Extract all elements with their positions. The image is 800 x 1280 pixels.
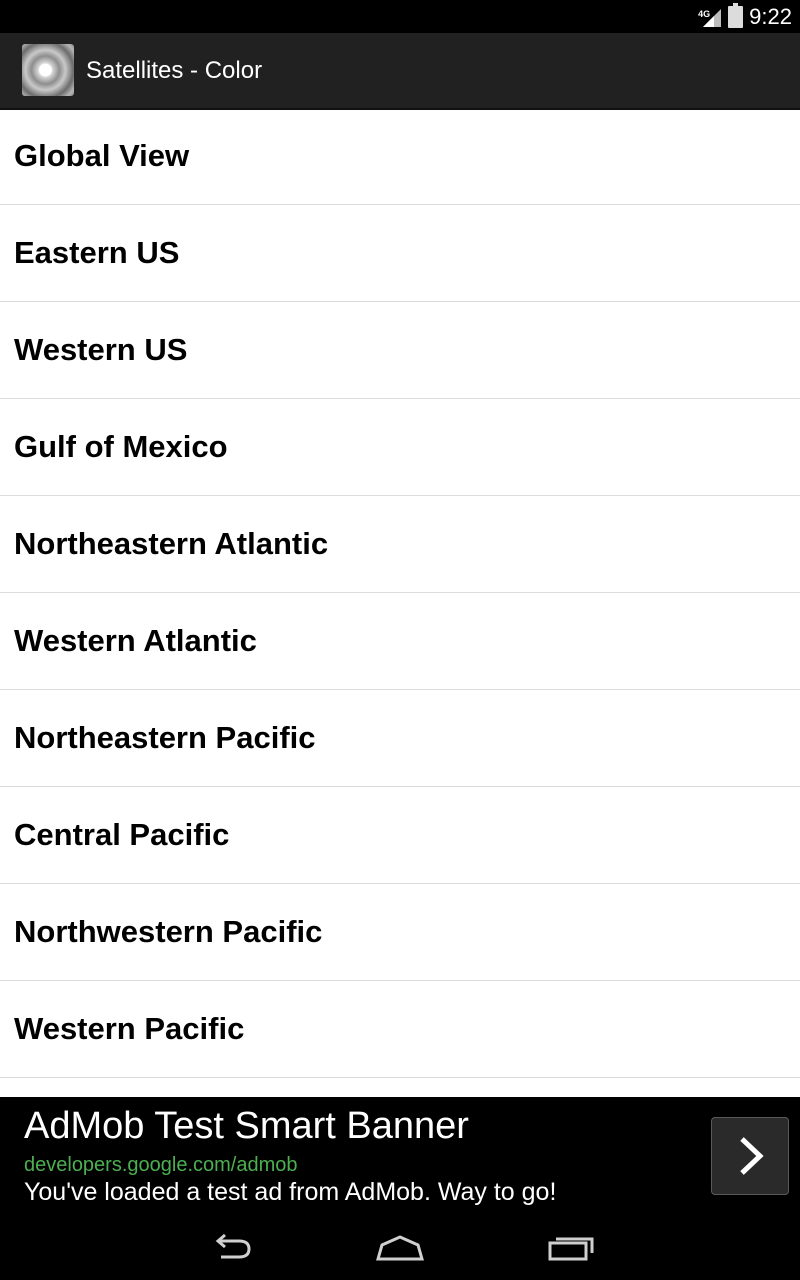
list-item-central-pacific[interactable]: Central Pacific <box>0 787 800 884</box>
list-item-label: Eastern US <box>14 235 180 270</box>
battery-icon <box>728 2 744 28</box>
status-bar: 4G 9:22 <box>0 0 800 33</box>
home-icon[interactable] <box>365 1225 435 1270</box>
recent-apps-icon[interactable] <box>536 1225 606 1270</box>
chevron-right-icon[interactable] <box>711 1117 789 1195</box>
list-item-label: Western US <box>14 332 188 367</box>
clock: 9:22 <box>749 3 792 29</box>
list-item-northeastern-pacific[interactable]: Northeastern Pacific <box>0 690 800 787</box>
back-icon[interactable] <box>195 1225 265 1270</box>
list-item-label: Global View <box>14 138 190 173</box>
hurricane-satellite-icon[interactable] <box>22 44 74 96</box>
list-item-label: Western Pacific <box>14 1011 245 1046</box>
action-bar: Satellites - Color <box>0 33 800 110</box>
list-item-gulf-of-mexico[interactable]: Gulf of Mexico <box>0 399 800 496</box>
list-item-western-atlantic[interactable]: Western Atlantic <box>0 593 800 690</box>
list-item-label: Gulf of Mexico <box>14 429 228 464</box>
list-item-western-pacific[interactable]: Western Pacific <box>0 981 800 1078</box>
list-item-label: Western Atlantic <box>14 623 257 658</box>
list-item-northwestern-pacific[interactable]: Northwestern Pacific <box>0 884 800 981</box>
list-item-label: Northeastern Atlantic <box>14 526 329 561</box>
ad-url: developers.google.com/admob <box>24 1154 298 1176</box>
list-item-global-view[interactable]: Global View <box>0 108 800 205</box>
page-title: Satellites - Color <box>86 57 263 84</box>
ad-title: AdMob Test Smart Banner <box>24 1105 469 1147</box>
region-list: Global View Eastern US Western US Gulf o… <box>0 108 800 1097</box>
list-item-northeastern-atlantic[interactable]: Northeastern Atlantic <box>0 496 800 593</box>
signal-icon: 4G <box>698 6 722 28</box>
list-item-western-us[interactable]: Western US <box>0 302 800 399</box>
navigation-bar <box>0 1215 800 1280</box>
list-item-label: Northwestern Pacific <box>14 914 323 949</box>
ad-description: You've loaded a test ad from AdMob. Way … <box>24 1178 557 1206</box>
ad-banner[interactable]: AdMob Test Smart Banner developers.googl… <box>0 1097 800 1215</box>
list-item-eastern-us[interactable]: Eastern US <box>0 205 800 302</box>
list-item-label: Northeastern Pacific <box>14 720 316 755</box>
list-item-label: Central Pacific <box>14 817 230 852</box>
network-type-label: 4G <box>698 8 711 19</box>
status-icons: 4G 9:22 <box>698 0 792 33</box>
